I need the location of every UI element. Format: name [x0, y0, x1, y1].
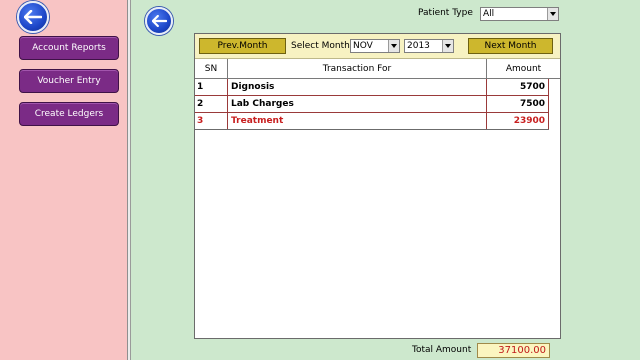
select-month-label: Select Month [291, 41, 350, 51]
patient-type-select[interactable]: All [480, 7, 559, 21]
row-transaction: Treatment [228, 113, 487, 129]
total-amount-label: Total Amount [412, 345, 472, 355]
row-amount: 7500 [487, 96, 549, 112]
row-amount: 5700 [487, 79, 549, 95]
prev-month-button[interactable]: Prev.Month [199, 38, 286, 54]
total-amount-value: 37100.00 [477, 343, 550, 358]
row-sn: 3 [195, 113, 228, 129]
table-row[interactable]: 2 Lab Charges 7500 [195, 96, 549, 113]
patient-type-value: All [483, 9, 495, 19]
next-month-button[interactable]: Next Month [468, 38, 553, 54]
sidebar-divider [128, 0, 131, 360]
transactions-panel: Prev.Month Select Month NOV 2013 Next Mo… [194, 33, 561, 339]
chevron-down-icon[interactable] [547, 8, 558, 20]
row-sn: 2 [195, 96, 228, 112]
voucher-entry-button[interactable]: Voucher Entry [19, 69, 119, 93]
column-header-sn[interactable]: SN [195, 59, 228, 78]
main-back-button[interactable] [145, 7, 173, 35]
row-amount: 23900 [487, 113, 549, 129]
table-header: SN Transaction For Amount [195, 59, 560, 79]
app-window: Account Reports Voucher Entry Create Led… [0, 0, 640, 360]
sidebar: Account Reports Voucher Entry Create Led… [0, 0, 128, 360]
account-reports-button[interactable]: Account Reports [19, 36, 119, 60]
chevron-down-icon[interactable] [442, 40, 453, 52]
chevron-down-icon[interactable] [388, 40, 399, 52]
row-sn: 1 [195, 79, 228, 95]
month-value: NOV [353, 41, 373, 51]
row-transaction: Dignosis [228, 79, 487, 95]
arrow-left-icon [151, 15, 167, 27]
arrow-left-icon [24, 10, 42, 24]
column-header-transaction[interactable]: Transaction For [228, 59, 487, 78]
patient-type-label: Patient Type [418, 8, 473, 18]
table-row[interactable]: 3 Treatment 23900 [195, 113, 549, 130]
sidebar-back-button[interactable] [17, 1, 49, 33]
table-row[interactable]: 1 Dignosis 5700 [195, 79, 549, 96]
year-select[interactable]: 2013 [404, 39, 454, 53]
row-transaction: Lab Charges [228, 96, 487, 112]
month-select[interactable]: NOV [350, 39, 400, 53]
create-ledgers-button[interactable]: Create Ledgers [19, 102, 119, 126]
month-toolbar: Prev.Month Select Month NOV 2013 Next Mo… [195, 34, 560, 59]
year-value: 2013 [407, 41, 430, 51]
column-header-amount[interactable]: Amount [487, 59, 560, 78]
